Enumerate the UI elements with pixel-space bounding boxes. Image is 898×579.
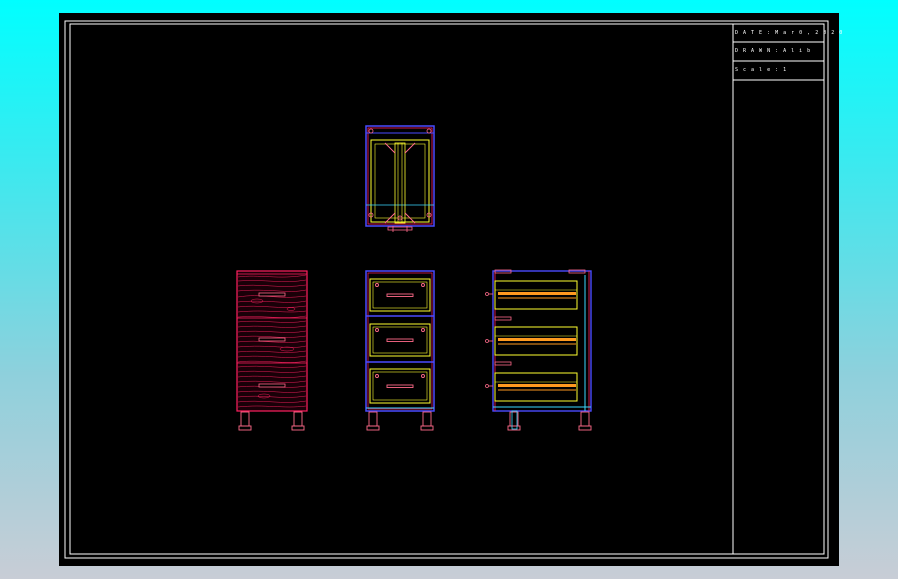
side-section-view	[485, 269, 592, 431]
front-view-internal	[365, 270, 435, 431]
side-drawer-2	[485, 326, 578, 356]
title-block-date: D A T E : M a r 0 , 2 0 2 0	[735, 30, 844, 36]
plan-view	[365, 125, 435, 232]
front-view-textured	[236, 270, 308, 431]
side-drawer-3	[485, 372, 578, 402]
drawing-sheet: D A T E : M a r 0 , 2 0 2 0 D R A W N : …	[59, 13, 842, 566]
cad-drawing-canvas	[64, 20, 829, 559]
title-block-drawn-by: D R A W N : A l i b	[735, 48, 812, 54]
side-drawer-1	[485, 280, 578, 310]
title-block-scale: S c a l e : 1	[735, 67, 788, 73]
outer-border	[64, 20, 829, 559]
inner-border	[69, 23, 825, 555]
